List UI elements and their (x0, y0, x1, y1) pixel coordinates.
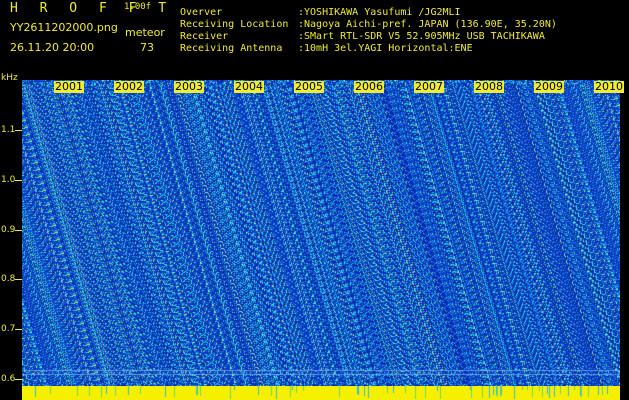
meta-antenna: Receiving Antenna :10mH 3el.YAGI Horizont… (180, 43, 473, 54)
version-label: 1.00f (124, 2, 152, 12)
meteor-count: 73 (140, 41, 154, 54)
y-tick-mark (15, 329, 22, 330)
y-tick-label: 1.1 (1, 125, 16, 135)
meta-label: Receiving Antenna (180, 43, 283, 54)
meta-label: Overver (180, 7, 223, 18)
y-tick-label: 0.8 (1, 274, 16, 284)
y-tick-mark (15, 279, 22, 280)
meta-value: :YOSHIKAWA Yasufumi /JG2MLI (298, 7, 461, 18)
y-tick-mark (15, 130, 22, 131)
meta-value: :Nagoya Aichi-pref. JAPAN (136.90E, 35.2… (298, 19, 557, 30)
y-tick-mark (15, 230, 22, 231)
meta-location: Receiving Location :Nagoya Aichi-pref. JA… (180, 19, 557, 30)
x-tick-label: 2002 (114, 80, 144, 93)
x-tick-label: 2001 (54, 80, 84, 93)
filename-label: YY2611202000.png (10, 21, 118, 34)
y-tick-label: 0.9 (1, 225, 16, 235)
x-tick-label: 2008 (474, 80, 504, 93)
meta-value: :10mH 3el.YAGI Horizontal:ENE (298, 43, 473, 54)
y-tick-label: 1.0 (1, 175, 16, 185)
y-tick-label: 0.7 (1, 324, 16, 334)
meta-observer: Overver :YOSHIKAWA Yasufumi /JG2MLI (180, 7, 461, 18)
datetime-label: 26.11.20 20:00 (10, 41, 95, 54)
x-tick-label: 2005 (294, 80, 324, 93)
x-tick-label: 2007 (414, 80, 444, 93)
meta-label: Receiver (180, 31, 229, 42)
x-tick-label: 2009 (534, 80, 564, 93)
y-axis-unit: kHz (1, 73, 18, 83)
waterfall-spectrogram[interactable] (22, 80, 620, 386)
meta-label: Receiving Location (180, 19, 289, 30)
y-tick-mark (15, 379, 22, 380)
meta-receiver: Receiver :SMart RTL-SDR V5 52.905MHz USB … (180, 31, 545, 42)
meta-value: :SMart RTL-SDR V5 52.905MHz USB TACHIKAW… (298, 31, 545, 42)
mode-label: meteor (125, 26, 165, 39)
y-tick-label: 0.6 (1, 374, 16, 384)
x-tick-label: 2010 (594, 80, 624, 93)
x-tick-label: 2006 (354, 80, 384, 93)
x-tick-label: 2004 (234, 80, 264, 93)
y-tick-mark (15, 180, 22, 181)
x-tick-label: 2003 (174, 80, 204, 93)
baseline-strip (22, 386, 620, 400)
